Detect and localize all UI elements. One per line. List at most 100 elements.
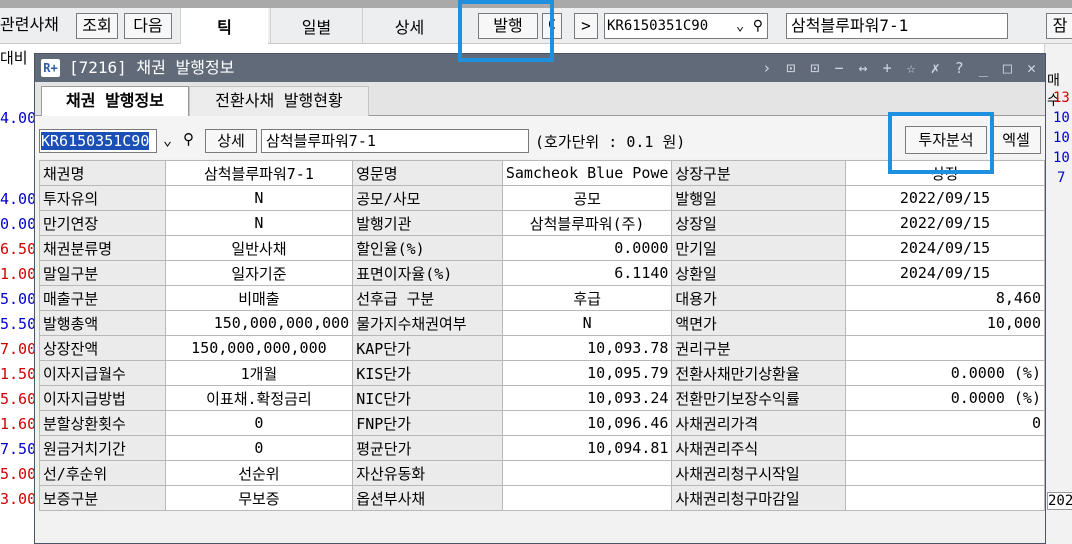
bond-code-value: KR6150351C90 (41, 132, 150, 150)
table-row: 매출구분 비매출 선후급 구분 후급 대용가 8,460 (39, 285, 1046, 311)
field-value: 2024/09/15 (844, 235, 1046, 261)
parent-name-input[interactable]: 삼척블루파워7-1 (786, 13, 1008, 39)
field-value (844, 485, 1046, 511)
table-row: 말일구분 일자기준 표면이자율(%) 6.1140 상환일 2024/09/15 (39, 260, 1046, 286)
table-row: 만기연장 N 발행기관 삼척블루파워(주) 상장일 2022/09/15 (39, 210, 1046, 236)
left-change-column: 대비 4.00 4.00 0.00 6.50 1.00 5.00 5.50 7.… (0, 44, 37, 544)
field-value: 선순위 (164, 460, 354, 486)
left-value: 5.00 (0, 290, 37, 308)
right-value: 10 (1053, 150, 1070, 166)
field-value: 무보증 (164, 485, 354, 511)
search-icon[interactable]: ⚲ (183, 130, 194, 148)
app-logo-icon: R+ (41, 59, 60, 77)
tab-tick[interactable]: 틱 (180, 8, 268, 44)
tab-bond-issue-info[interactable]: 채권 발행정보 (41, 86, 189, 117)
field-label: 선/후순위 (39, 460, 166, 486)
field-value: 0.0000 (%) (844, 385, 1046, 411)
field-label: 발행일 (671, 185, 846, 211)
field-label: 발행총액 (39, 310, 166, 336)
field-value: 1개월 (164, 360, 354, 386)
detail-button[interactable]: 상세 (205, 129, 257, 153)
field-label: 원금거치기간 (39, 435, 166, 461)
field-value: 일자기준 (164, 260, 354, 286)
field-value: 0 (164, 410, 354, 436)
field-value (844, 335, 1046, 361)
dropdown-search-icon[interactable]: ⌄ ⚲ (736, 14, 763, 38)
field-value: 0.0000 (%) (844, 360, 1046, 386)
field-value: 삼척블루파워(주) (501, 210, 673, 236)
field-value: 0 (844, 410, 1046, 436)
field-label: 만기일 (671, 235, 846, 261)
tab-daily[interactable]: 일별 (270, 8, 362, 44)
right-value: 13 (1053, 90, 1070, 106)
field-value: 10,096.46 (501, 410, 673, 436)
field-value: 2022/09/15 (844, 210, 1046, 236)
table-row: 원금거치기간 0 평균단가 10,094.81 사채권리주식 (39, 435, 1046, 461)
field-label: 채권분류명 (39, 235, 166, 261)
field-label: 말일구분 (39, 260, 166, 286)
left-value: 1.60 (0, 415, 37, 433)
tab-detail[interactable]: 상세 (362, 8, 456, 44)
left-value: 7.00 (0, 340, 37, 358)
field-value: 150,000,000,000 (164, 335, 354, 361)
left-value: 4.00 (0, 109, 37, 127)
query-button[interactable]: 조회 (76, 13, 118, 39)
field-label: KAP단가 (352, 335, 503, 361)
field-label: 투자유의 (39, 185, 166, 211)
field-label: 대용가 (671, 285, 846, 311)
field-label: 분할상환횟수 (39, 410, 166, 436)
field-label: 평균단가 (352, 435, 503, 461)
left-value: 7.50 (0, 440, 37, 458)
right-value: 202 (1047, 492, 1072, 510)
bond-name-input[interactable]: 삼척블루파워7-1 (261, 129, 529, 153)
left-value: 6.50 (0, 240, 37, 258)
table-row: 채권분류명 일반사채 할인율(%) 0.0000 만기일 2024/09/15 (39, 235, 1046, 261)
left-value: 0.00 (0, 215, 37, 233)
bond-code-input[interactable]: KR6150351C90 (39, 129, 157, 153)
field-value: Samcheok Blue Powe (501, 160, 673, 186)
field-label: 이자지급월수 (39, 360, 166, 386)
parent-code-value: KR6150351C90 (607, 18, 709, 34)
field-value: N (501, 310, 673, 336)
highlight-box-issue (458, 0, 554, 62)
tab-convertible-issue-status[interactable]: 전환사채 발행현황 (189, 86, 369, 117)
dialog-tabs: 채권 발행정보 전환사채 발행현황 (35, 82, 1045, 117)
next-button[interactable]: 다음 (124, 13, 172, 39)
field-value (501, 460, 673, 486)
left-value: 5.50 (0, 315, 37, 333)
window-controls[interactable]: › ⊡ ⊡ − ↔ + ☆ ✗ ? _ □ ✕ (762, 57, 1039, 79)
field-label: 상장구분 (671, 160, 846, 186)
table-row: 분할상환횟수 0 FNP단가 10,096.46 사채권리가격 0 (39, 410, 1046, 436)
field-label: 할인율(%) (352, 235, 503, 261)
excel-button[interactable]: 엑셀 (991, 126, 1041, 154)
field-value: 삼척블루파워7-1 (164, 160, 354, 186)
arrow-right-button[interactable]: > (574, 13, 598, 39)
table-row: 보증구분 무보증 옵션부사채 사채권리청구마감일 (39, 485, 1046, 511)
table-row: 투자유의 N 공모/사모 공모 발행일 2022/09/15 (39, 185, 1046, 211)
field-value: 10,093.24 (501, 385, 673, 411)
table-row: 상장잔액 150,000,000,000 KAP단가 10,093.78 권리구분 (39, 335, 1046, 361)
field-label: 사채권리청구시작일 (671, 460, 846, 486)
field-value: N (164, 185, 354, 211)
field-value: 10,093.78 (501, 335, 673, 361)
parent-code-input[interactable]: KR6150351C90 ⌄ ⚲ (604, 13, 768, 39)
field-value: 0.0000 (501, 235, 673, 261)
field-value: 150,000,000,000 (164, 310, 354, 336)
dropdown-icon[interactable]: ⌄ (163, 131, 172, 149)
field-label: 매출구분 (39, 285, 166, 311)
cut-button[interactable]: 잠 (1046, 13, 1072, 39)
field-label: 사채권리주식 (671, 435, 846, 461)
field-label: FNP단가 (352, 410, 503, 436)
right-value: 7 (1057, 170, 1066, 186)
field-value (844, 460, 1046, 486)
field-label: 전환만기보장수익률 (671, 385, 846, 411)
field-value: N (164, 210, 354, 236)
field-label: 표면이자율(%) (352, 260, 503, 286)
field-value: 2024/09/15 (844, 260, 1046, 286)
field-label: 액면가 (671, 310, 846, 336)
field-label: 이자지급방법 (39, 385, 166, 411)
field-label: 보증구분 (39, 485, 166, 511)
dialog-title: [7216] 채권 발행정보 (69, 58, 235, 77)
right-value: 10 (1053, 110, 1070, 126)
table-row: 이자지급월수 1개월 KIS단가 10,095.79 전환사채만기상환율 0.0000 (… (39, 360, 1046, 386)
